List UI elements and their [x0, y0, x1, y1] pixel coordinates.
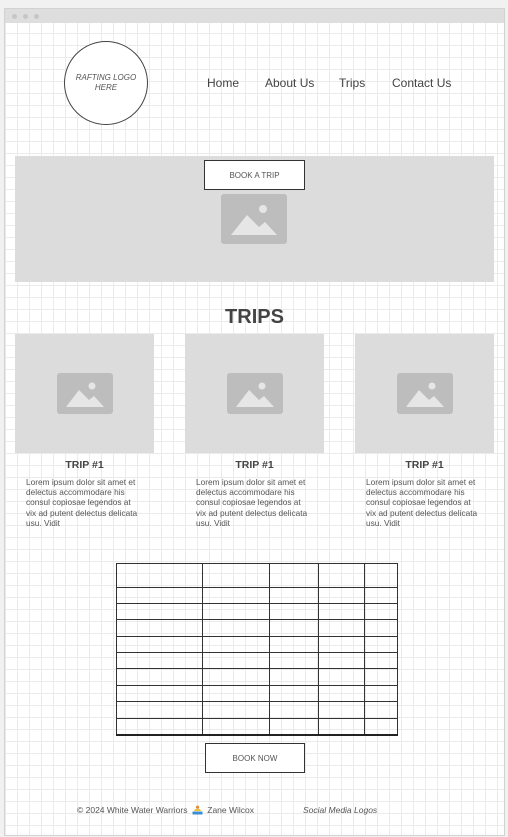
window-dot-icon: [34, 14, 39, 19]
table-cell: [202, 635, 270, 654]
book-now-button[interactable]: BOOK NOW: [205, 743, 305, 773]
table-row: [116, 668, 398, 686]
trip-description: Lorem ipsum dolor sit amet et delectus a…: [26, 477, 138, 528]
table-cell: [318, 586, 365, 604]
table-cell: [202, 684, 270, 703]
trip-title: TRIP #1: [65, 459, 104, 471]
image-placeholder-icon: [57, 373, 113, 414]
table-cell: [364, 619, 398, 637]
table-cell: [364, 701, 398, 719]
table-cell: [318, 668, 365, 686]
table-cell: [364, 602, 398, 621]
table-cell: [318, 684, 365, 703]
table-cell: [116, 619, 203, 637]
table-cell: [364, 586, 398, 604]
table-cell: [202, 586, 270, 604]
table-row: [116, 563, 398, 588]
copyright-text: © 2024 White Water Warriors: [77, 805, 188, 815]
table-cell: [202, 717, 270, 736]
table-cell: [269, 684, 319, 703]
table-cell: [269, 701, 319, 719]
author-name: Zane Wilcox: [207, 805, 255, 815]
social-media-logos[interactable]: Social Media Logos: [303, 805, 377, 815]
nav-about-us[interactable]: About Us: [265, 76, 314, 90]
table-row: [116, 717, 398, 736]
table-cell: [269, 668, 319, 686]
window-dot-icon: [12, 14, 17, 19]
trip-image[interactable]: [185, 334, 324, 453]
nav-trips[interactable]: Trips: [339, 76, 365, 90]
trip-description: Lorem ipsum dolor sit amet et delectus a…: [196, 477, 308, 528]
logo[interactable]: RAFTING LOGO HERE: [64, 41, 148, 125]
table-row: [116, 602, 398, 621]
trip-image[interactable]: [15, 334, 154, 453]
table-cell: [202, 563, 270, 588]
trip-description: Lorem ipsum dolor sit amet et delectus a…: [366, 477, 478, 528]
nav-contact-us[interactable]: Contact Us: [392, 76, 451, 90]
table-cell: [116, 602, 203, 621]
table-cell: [269, 563, 319, 588]
image-placeholder-icon: [227, 373, 283, 414]
table-row: [116, 652, 398, 670]
table-cell: [364, 635, 398, 654]
boat-icon: [192, 805, 203, 817]
image-placeholder-icon: [397, 373, 453, 414]
table-cell: [116, 717, 203, 736]
table-cell: [116, 684, 203, 703]
table-cell: [318, 701, 365, 719]
table-cell: [202, 668, 270, 686]
table-cell: [116, 586, 203, 604]
table-cell: [318, 619, 365, 637]
table-row: [116, 619, 398, 637]
table-cell: [364, 563, 398, 588]
footer-copyright: © 2024 White Water Warriors Zane Wilcox: [77, 805, 254, 817]
table-cell: [318, 602, 365, 621]
table-cell: [116, 652, 203, 670]
table-cell: [202, 619, 270, 637]
data-table: [116, 563, 398, 736]
table-cell: [269, 619, 319, 637]
trip-title: TRIP #1: [235, 459, 274, 471]
hero-banner: BOOK A TRIP: [15, 156, 494, 282]
table-row: [116, 701, 398, 719]
table-row: [116, 635, 398, 654]
table-cell: [116, 635, 203, 654]
table-cell: [364, 652, 398, 670]
table-cell: [318, 635, 365, 654]
window-titlebar: [5, 9, 504, 23]
table-cell: [318, 717, 365, 736]
trip-title: TRIP #1: [405, 459, 444, 471]
table-cell: [269, 635, 319, 654]
trips-heading: TRIPS: [225, 306, 284, 328]
table-cell: [202, 652, 270, 670]
table-cell: [269, 602, 319, 621]
table-cell: [269, 652, 319, 670]
table-cell: [269, 717, 319, 736]
image-placeholder-icon: [221, 194, 287, 244]
table-cell: [202, 701, 270, 719]
table-cell: [202, 602, 270, 621]
table-cell: [318, 563, 365, 588]
table-cell: [318, 652, 365, 670]
browser-window: RAFTING LOGO HERE Home About Us Trips Co…: [4, 8, 505, 836]
window-dot-icon: [23, 14, 28, 19]
trip-image[interactable]: [355, 334, 494, 453]
table-cell: [116, 668, 203, 686]
table-cell: [116, 563, 203, 588]
table-cell: [364, 684, 398, 703]
table-cell: [364, 717, 398, 736]
table-cell: [364, 668, 398, 686]
table-cell: [116, 701, 203, 719]
book-a-trip-button[interactable]: BOOK A TRIP: [204, 160, 305, 190]
table-row: [116, 684, 398, 703]
table-cell: [269, 586, 319, 604]
nav-home[interactable]: Home: [207, 76, 239, 90]
table-row: [116, 586, 398, 604]
